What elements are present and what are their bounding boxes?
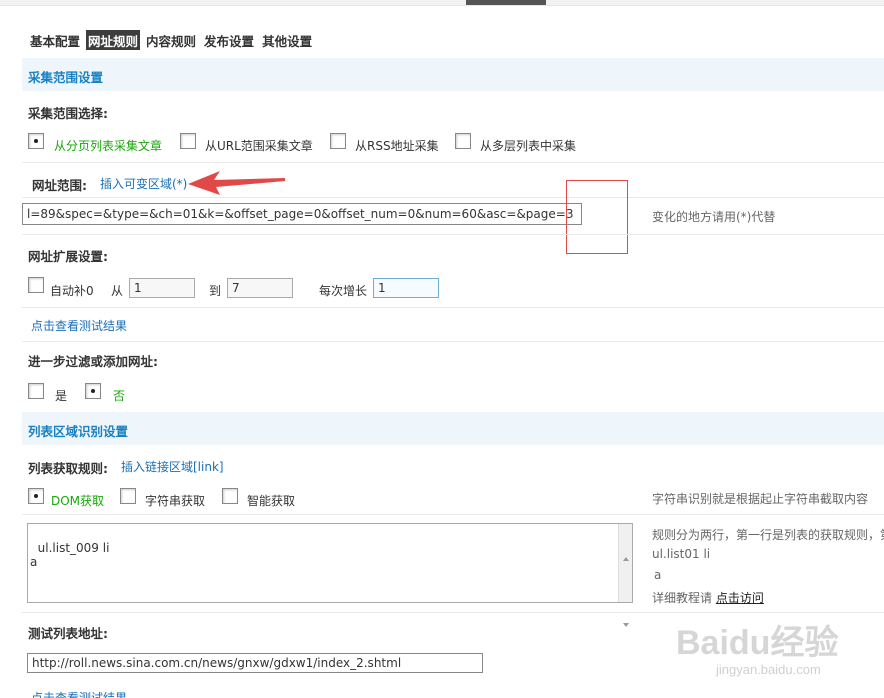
divider — [22, 234, 884, 235]
radio-multi-list[interactable] — [455, 133, 471, 149]
radio-filter-yes[interactable] — [28, 383, 44, 399]
divider — [22, 307, 884, 308]
settings-tabs: 基本配置 网址规则 内容规则 发布设置 其他设置 — [28, 30, 314, 50]
from-label: 从 — [111, 284, 124, 298]
rule-hint-line: 规则分为两行，第一行是列表的获取规则，第 — [652, 528, 884, 542]
rule-hint-example-1: ul.list01 li — [652, 547, 711, 561]
url-range-input[interactable]: l=89&spec=&type=&ch=01&k=&offset_page=0&… — [22, 203, 582, 225]
list-rule-label: 列表获取规则: — [28, 461, 108, 476]
to-label: 到 — [209, 284, 222, 298]
to-input[interactable]: 7 — [227, 278, 293, 298]
watermark-text: Baidu经验 — [676, 623, 838, 662]
filter-label: 进一步过滤或添加网址: — [28, 354, 158, 369]
string-mode-hint: 字符串识别就是根据起止字符串截取内容 — [652, 492, 869, 506]
annotation-arrow — [188, 171, 285, 195]
list-rule-text: ul.list_009 li a — [30, 541, 110, 569]
tutorial-text: 详细教程请 — [652, 591, 713, 605]
textarea-scrollbar[interactable] — [618, 524, 632, 627]
step-input[interactable]: 1 — [373, 278, 439, 298]
dom-mode-label: DOM获取 — [51, 494, 105, 508]
smart-mode-label: 智能获取 — [247, 494, 296, 508]
annotation-box — [566, 180, 628, 254]
radio-rss[interactable] — [330, 133, 346, 149]
filter-no-label: 否 — [113, 389, 126, 403]
list-area-header: 列表区域识别设置 — [22, 412, 884, 445]
top-nav-active-item[interactable] — [466, 0, 546, 5]
url-extension-label: 网址扩展设置: — [28, 249, 108, 264]
radio-dom-mode[interactable] — [28, 488, 44, 504]
radio-smart-mode[interactable] — [222, 488, 238, 504]
divider — [22, 341, 884, 342]
option-multi-list-label: 从多层列表中采集 — [480, 139, 577, 153]
collect-range-choose-label: 采集范围选择: — [28, 106, 108, 121]
watermark-sub: jingyan.baidu.com — [715, 662, 821, 677]
tab-publish[interactable]: 发布设置 — [202, 30, 256, 50]
top-nav-bar — [0, 0, 884, 6]
option-paged-list-label: 从分页列表采集文章 — [54, 139, 163, 153]
view-test-result-link[interactable]: 点击查看测试结果 — [31, 317, 127, 334]
list-rule-textarea[interactable]: ul.list_009 li a — [27, 523, 633, 627]
option-rss-label: 从RSS地址采集 — [355, 139, 439, 153]
auto-zero-label: 自动补0 — [50, 284, 94, 298]
test-list-url-input[interactable]: http://roll.news.sina.com.cn/news/gnxw/g… — [27, 653, 483, 673]
tab-url-rules[interactable]: 网址规则 — [86, 30, 141, 50]
watermark-logo: Baidu经验 jingyan.baidu.com — [676, 618, 872, 680]
radio-url-range[interactable] — [180, 133, 196, 149]
radio-filter-no[interactable] — [85, 383, 101, 399]
step-label: 每次增长 — [319, 284, 368, 298]
bottom-test-result-link[interactable]: 点击查看测试结果 — [31, 689, 127, 698]
url-hint: 变化的地方请用(*)代替 — [652, 210, 776, 224]
url-range-label: 网址范围: — [32, 178, 87, 193]
filter-yes-label: 是 — [55, 389, 68, 403]
test-list-url-label: 测试列表地址: — [28, 626, 108, 641]
auto-zero-checkbox[interactable] — [28, 277, 44, 293]
divider — [22, 162, 884, 163]
radio-paged-list[interactable] — [28, 133, 44, 149]
tab-content-rules[interactable]: 内容规则 — [144, 30, 198, 50]
tutorial-link[interactable]: 点击访问 — [716, 591, 764, 605]
rule-hint-example-2: a — [654, 568, 662, 582]
insert-variable-link[interactable]: 插入可变区域(*) — [100, 175, 187, 192]
tutorial-hint: 详细教程请 点击访问 — [652, 589, 764, 606]
from-input[interactable]: 1 — [129, 278, 195, 298]
divider — [22, 514, 884, 515]
insert-link-area-link[interactable]: 插入链接区域[link] — [121, 458, 224, 475]
tab-basic[interactable]: 基本配置 — [28, 30, 82, 50]
option-url-range-label: 从URL范围采集文章 — [205, 139, 313, 153]
tab-other[interactable]: 其他设置 — [260, 30, 314, 50]
divider — [22, 197, 884, 198]
divider — [22, 612, 884, 613]
string-mode-label: 字符串获取 — [145, 494, 206, 508]
collect-range-header: 采集范围设置 — [22, 58, 884, 91]
radio-string-mode[interactable] — [120, 488, 136, 504]
